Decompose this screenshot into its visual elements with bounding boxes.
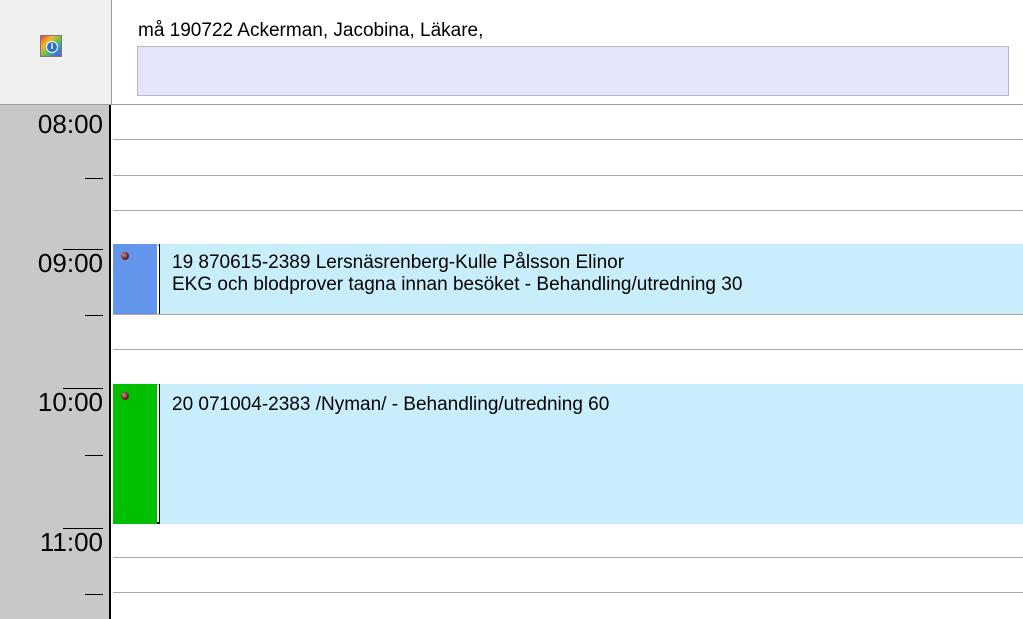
- header-corner: i: [0, 0, 112, 105]
- appointment-block[interactable]: 20 071004-2383 /Nyman/ - Behandling/utre…: [113, 384, 1023, 524]
- schedule-grid[interactable]: 19 870615-2389 Lersnäsrenberg-Kulle Påls…: [113, 105, 1023, 619]
- half-hour-tick: [85, 455, 103, 456]
- info-icon[interactable]: i: [40, 35, 62, 57]
- appointment-status-bar: [113, 244, 157, 314]
- appointment-patient-line: 19 870615-2389 Lersnäsrenberg-Kulle Påls…: [172, 252, 625, 273]
- slot-line: [113, 139, 1023, 140]
- hour-label-11: 11:00: [39, 527, 103, 557]
- appointment-block[interactable]: 19 870615-2389 Lersnäsrenberg-Kulle Påls…: [113, 244, 1023, 314]
- info-dot-icon: i: [46, 41, 58, 53]
- hour-tick: [63, 388, 103, 389]
- slot-line: [113, 175, 1023, 176]
- slot-line: [113, 314, 1023, 315]
- schedule-header: må 190722 Ackerman, Jacobina, Läkare,: [112, 0, 1023, 105]
- appointment-patient-line: 20 071004-2383 /Nyman/ - Behandling/utre…: [172, 394, 610, 415]
- half-hour-tick: [85, 178, 103, 179]
- appointment-description-line: EKG och blodprover tagna innan besöket -…: [172, 274, 743, 295]
- appointment-body[interactable]: 19 870615-2389 Lersnäsrenberg-Kulle Påls…: [159, 244, 1023, 314]
- appointment-body[interactable]: 20 071004-2383 /Nyman/ - Behandling/utre…: [159, 384, 1023, 524]
- slot-line: [113, 349, 1023, 350]
- slot-line: [113, 210, 1023, 211]
- time-gutter: 08:00 09:00 10:00 11:00: [0, 105, 111, 619]
- hour-tick: [63, 249, 103, 250]
- hour-label-08: 08:00: [37, 109, 103, 139]
- hour-label-10: 10:00: [37, 387, 103, 417]
- slot-line: [113, 557, 1023, 558]
- hour-tick: [63, 528, 103, 529]
- half-hour-tick: [85, 594, 103, 595]
- status-marker-icon: [121, 392, 129, 400]
- hour-label-09: 09:00: [37, 248, 103, 278]
- half-hour-tick: [85, 315, 103, 316]
- status-marker-icon: [121, 252, 129, 260]
- appointment-status-bar: [113, 384, 157, 524]
- slot-line: [113, 592, 1023, 593]
- schedule-title: må 190722 Ackerman, Jacobina, Läkare,: [138, 20, 484, 41]
- header-note-field[interactable]: [137, 46, 1009, 96]
